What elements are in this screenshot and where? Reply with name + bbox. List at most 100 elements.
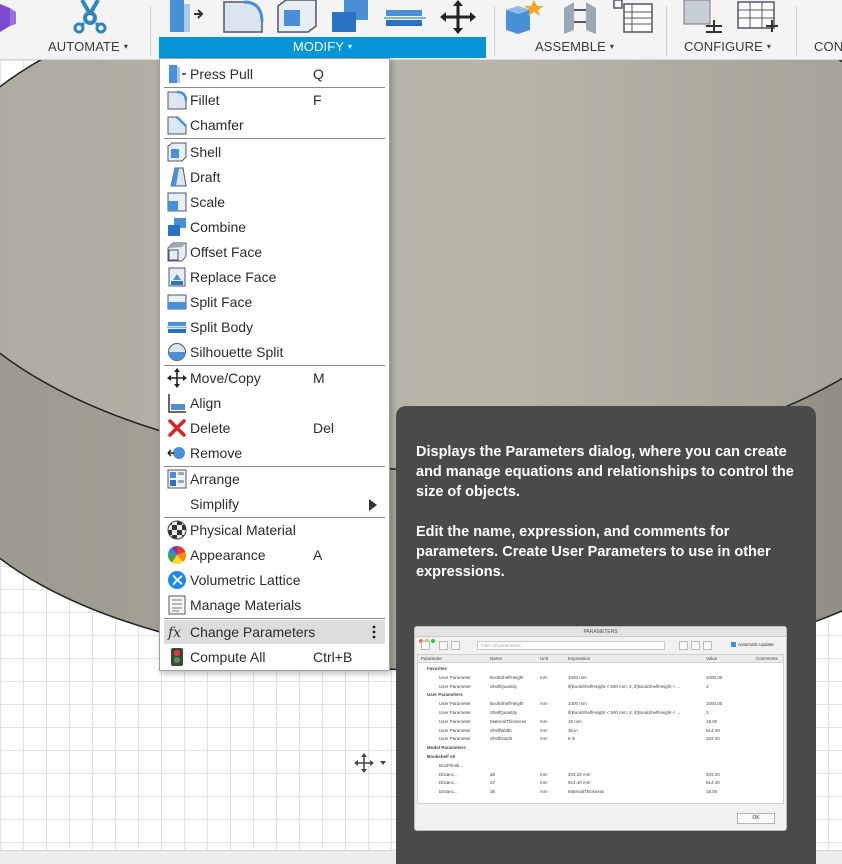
align-icon: [168, 394, 186, 413]
table-row: User Parameters: [427, 692, 463, 698]
menu-item-change-parameters[interactable]: fx Change Parameters: [164, 620, 385, 644]
menu-item-draft[interactable]: Draft: [164, 165, 385, 189]
automate-icon[interactable]: [70, 0, 112, 36]
menu-item-physical-material[interactable]: Physical Material: [164, 518, 385, 542]
combine-icon[interactable]: [330, 0, 372, 34]
configure-design-icon[interactable]: [682, 0, 724, 34]
move-copy-icon[interactable]: [436, 0, 480, 34]
configuration-table-icon[interactable]: [736, 0, 780, 34]
star-icon: [439, 641, 448, 650]
table-row: User Parameter BookShelfHeight mm 1000 mm 10…: [439, 674, 723, 680]
tooltip-details: Edit the name, expression, and comments …: [416, 524, 771, 580]
tooltip-description: Displays the Parameters dialog, where yo…: [416, 444, 794, 500]
ribbon-group-construct-partial[interactable]: CON: [814, 39, 842, 54]
fillet-icon[interactable]: [222, 0, 264, 34]
compute-all-icon: [171, 648, 183, 666]
dialog-search: Filter all parameters: [477, 641, 665, 650]
menu-item-shell[interactable]: Shell: [164, 140, 385, 164]
edit-icon: [691, 641, 700, 650]
menu-item-arrange[interactable]: Arrange: [164, 467, 385, 491]
menu-item-move-copy[interactable]: Move/Copy M: [164, 366, 385, 390]
fillet-icon: [167, 90, 187, 110]
table-row: Favorites: [427, 666, 448, 671]
table-row: Distanc... d8 mm MaterialThickness 18.00: [439, 789, 718, 795]
menu-item-align[interactable]: Align: [164, 391, 385, 415]
silhouette-split-icon: [168, 343, 186, 361]
submenu-arrow-icon: [369, 499, 377, 511]
toolbar-ribbon: AUTOMATE ▾ MODIFY ▾ ASSEMBLE ▾ CONFIGURE…: [0, 0, 842, 60]
menu-item-replace-face[interactable]: Replace Face: [164, 265, 385, 289]
split-face-icon: [167, 294, 187, 310]
table-row: Bookshelf v9: [427, 754, 456, 759]
ribbon-group-modify[interactable]: MODIFY ▾: [159, 37, 486, 58]
combine-icon: [168, 218, 186, 236]
menu-item-combine[interactable]: Combine: [164, 215, 385, 239]
draft-icon: [170, 167, 187, 187]
split-body-icon: [167, 322, 187, 333]
pan-navigation-icon[interactable]: [352, 752, 392, 774]
remove-icon: [167, 447, 185, 459]
chevron-down-icon: ▾: [609, 42, 615, 51]
dialog-toolbar: Filter all parameters Automatic Update: [415, 638, 786, 652]
favorite-icon: [451, 641, 460, 650]
menu-item-delete[interactable]: Delete Del: [164, 416, 385, 440]
chevron-down-icon: ▾: [123, 42, 128, 51]
auto-update-checkbox: Automatic Update: [731, 642, 774, 647]
menu-item-simplify[interactable]: Simplify: [164, 492, 385, 516]
modify-dropdown-menu: Press Pull Q Fillet F Chamfer Shell Draf…: [159, 58, 390, 671]
press-pull-icon[interactable]: [168, 0, 208, 34]
add-icon: [679, 641, 688, 650]
menu-item-appearance[interactable]: Appearance A: [164, 543, 385, 567]
menu-item-remove[interactable]: Remove: [164, 441, 385, 465]
shell-icon: [167, 142, 187, 162]
parameters-table: Parameter Name Unit Expression Value Com…: [417, 654, 784, 804]
table-row: User Parameter ShelfQuantity if(BookShelfH…: [439, 710, 709, 715]
menu-item-compute-all[interactable]: Compute All Ctrl+B: [164, 645, 385, 669]
volumetric-lattice-icon: [168, 571, 186, 589]
replace-face-icon: [168, 267, 186, 287]
ribbon-group-configure[interactable]: CONFIGURE ▾: [684, 39, 771, 54]
table-row: Distanc... d6 mm 203.20 mm 203.20: [439, 771, 720, 777]
group-separator: [666, 6, 667, 56]
shell-icon[interactable]: [276, 0, 318, 34]
table-row: User Parameter ShelfDepth mm 8 in 203.20: [439, 736, 720, 742]
trash-icon: [703, 641, 712, 650]
scale-icon: [167, 192, 187, 212]
new-component-icon[interactable]: [504, 0, 546, 34]
offset-face-icon: [167, 242, 187, 262]
menu-item-volumetric-lattice[interactable]: Volumetric Lattice: [164, 568, 385, 592]
table-row: BoxPrimiti...: [439, 762, 464, 768]
table-row: Distanc... d7 mm 914.40 mm 914.40: [439, 780, 720, 786]
table-row: User Parameter MaterialThickness mm 18 mm 18…: [439, 718, 718, 724]
menu-item-press-pull[interactable]: Press Pull Q: [164, 62, 385, 86]
filter-icon: [421, 641, 430, 650]
menu-item-split-face[interactable]: Split Face: [164, 290, 385, 314]
menu-item-scale[interactable]: Scale: [164, 190, 385, 214]
bill-of-materials-icon[interactable]: [612, 0, 654, 34]
group-separator: [494, 6, 495, 56]
fx-icon: fx: [167, 625, 181, 641]
joint-icon[interactable]: [560, 0, 600, 34]
menu-item-silhouette-split[interactable]: Silhouette Split: [164, 340, 385, 364]
group-separator: [150, 6, 151, 56]
appearance-icon: [167, 545, 187, 565]
menu-item-fillet[interactable]: Fillet F: [164, 88, 385, 112]
table-row: User Parameter ShelfQuantity if(BookShelfH…: [439, 683, 709, 689]
press-pull-icon: [169, 65, 186, 83]
more-options-icon[interactable]: [371, 624, 377, 640]
table-row: Model Parameters: [427, 745, 466, 751]
ribbon-group-assemble[interactable]: ASSEMBLE ▾: [535, 39, 614, 54]
menu-item-split-body[interactable]: Split Body: [164, 315, 385, 339]
menu-item-chamfer[interactable]: Chamfer: [164, 113, 385, 137]
physical-material-icon: [167, 520, 187, 540]
menu-item-manage-materials[interactable]: Manage Materials: [164, 593, 385, 617]
ok-button: OK: [737, 813, 775, 824]
menu-item-offset-face[interactable]: Offset Face: [164, 240, 385, 264]
ribbon-group-automate[interactable]: AUTOMATE ▾: [48, 39, 128, 54]
chevron-down-icon: ▾: [348, 42, 353, 51]
manage-materials-icon: [168, 595, 186, 615]
change-parameters-tooltip: Displays the Parameters dialog, where yo…: [396, 406, 816, 864]
split-body-icon[interactable]: [384, 0, 426, 34]
partial-purple-icon[interactable]: [0, 0, 18, 36]
menu-separator: [164, 618, 385, 619]
